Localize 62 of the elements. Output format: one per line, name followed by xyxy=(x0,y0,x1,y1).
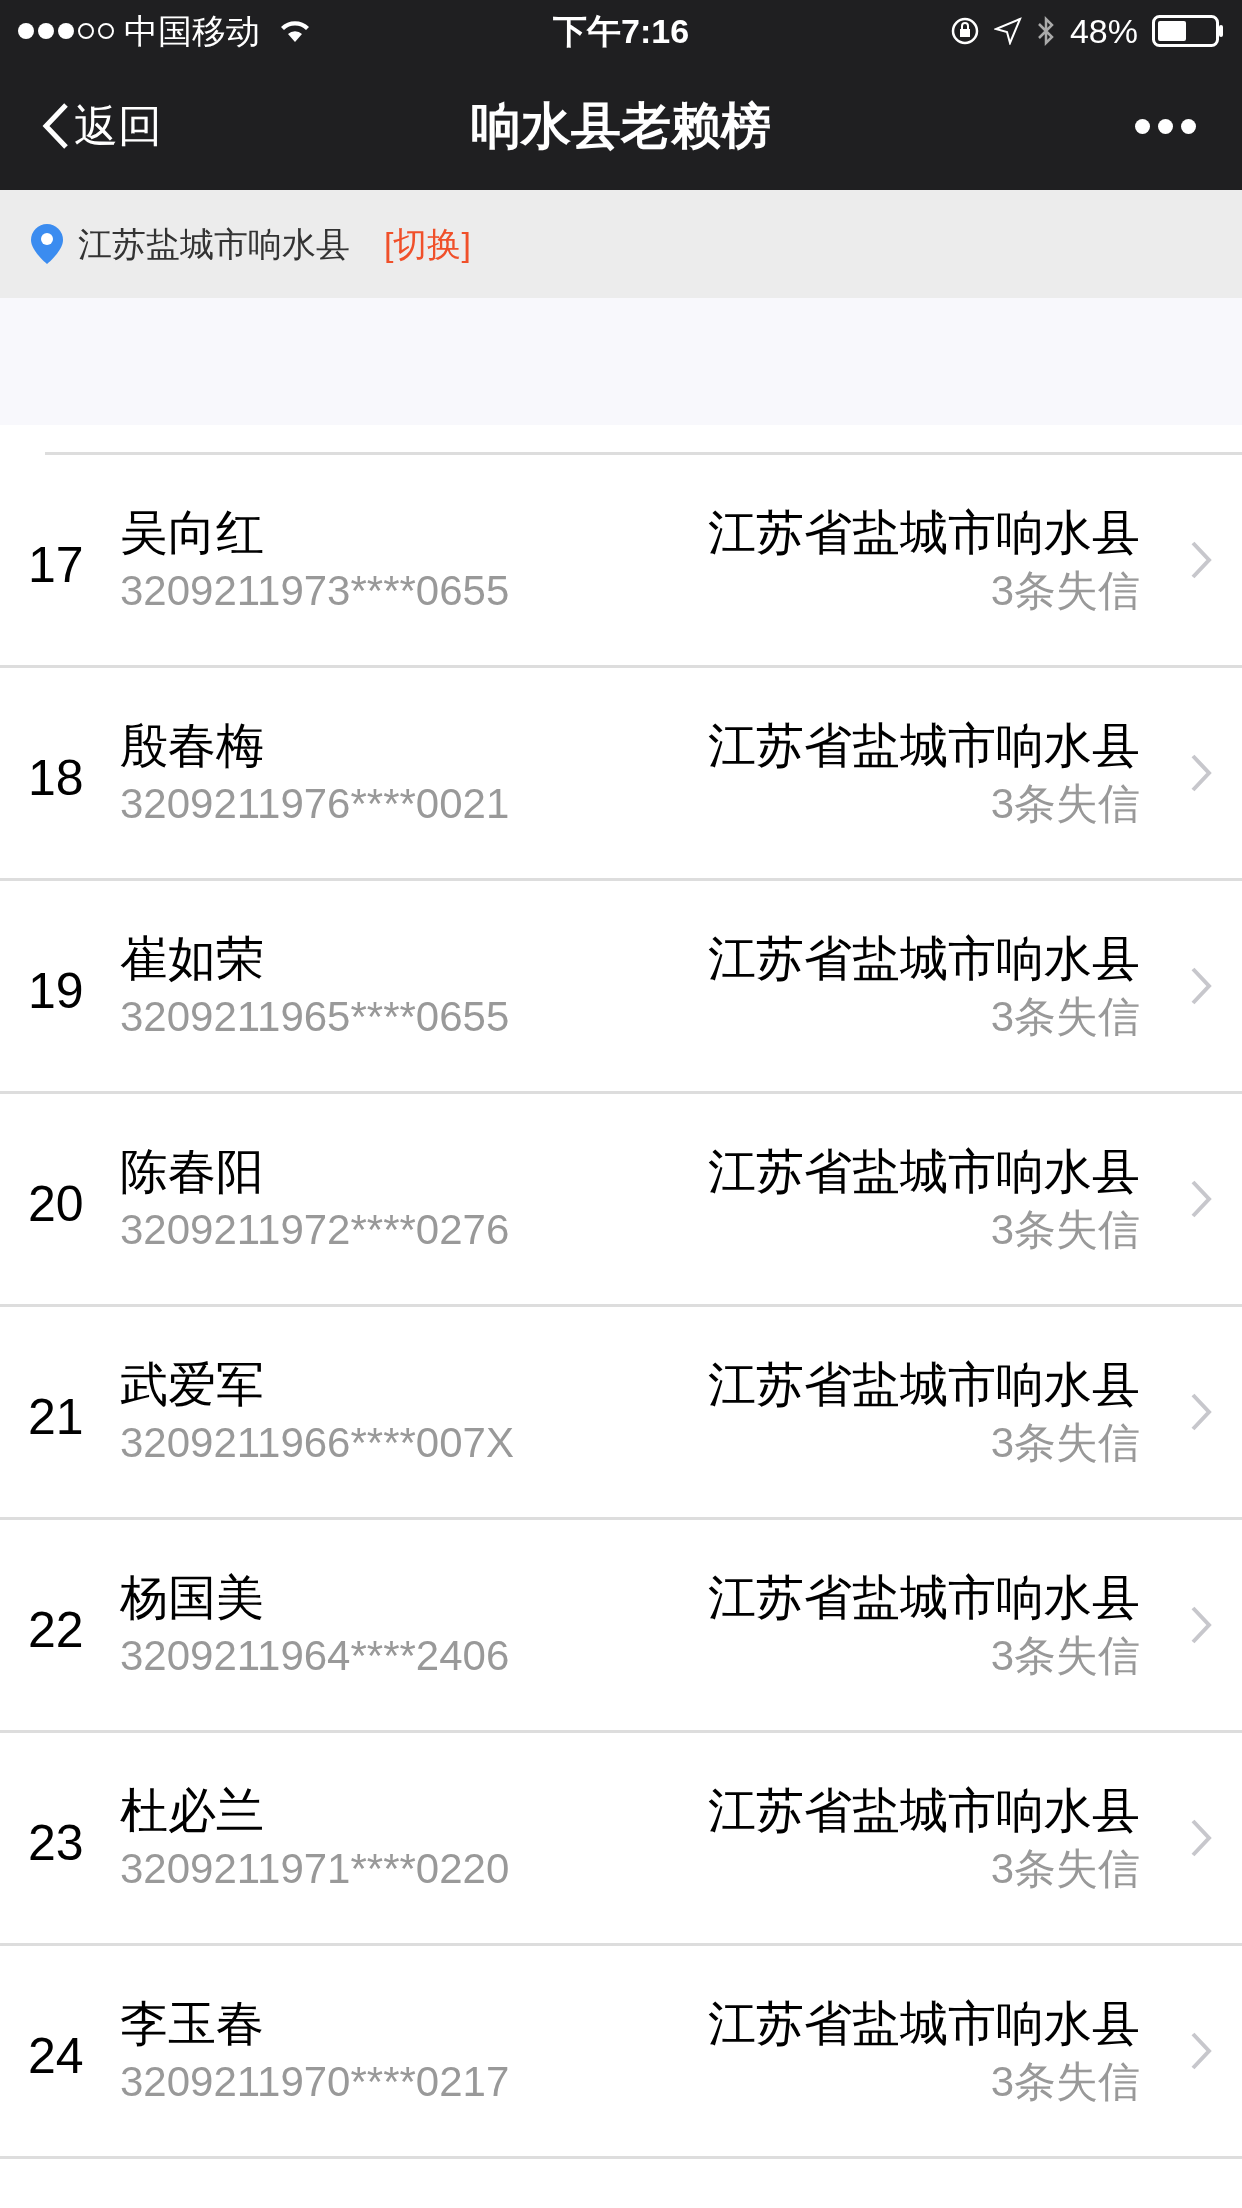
address-text: 江苏省盐城市响水县 xyxy=(708,504,1140,561)
record-count: 3条失信 xyxy=(990,565,1140,616)
signal-icon xyxy=(18,23,114,39)
more-icon[interactable] xyxy=(1135,118,1196,134)
rank-number: 22 xyxy=(28,1600,85,1660)
page-title: 响水县老赖榜 xyxy=(471,96,771,156)
address-text: 江苏省盐城市响水县 xyxy=(708,1569,1140,1626)
address-text: 江苏省盐城市响水县 xyxy=(708,1356,1140,1413)
chevron-right-icon xyxy=(1190,753,1212,793)
clock-time: 下午7:16 xyxy=(553,10,690,52)
debtor-name: 杜必兰 xyxy=(120,1782,265,1839)
chevron-right-icon xyxy=(1190,1818,1212,1858)
record-count: 3条失信 xyxy=(990,778,1140,829)
rank-number: 20 xyxy=(28,1174,85,1234)
record-count: 3条失信 xyxy=(990,2056,1140,2107)
chevron-right-icon xyxy=(1190,540,1212,580)
record-count: 3条失信 xyxy=(990,1204,1140,1255)
address-text: 江苏省盐城市响水县 xyxy=(708,717,1140,774)
rank-number: 23 xyxy=(28,1813,85,1873)
chevron-right-icon xyxy=(1190,966,1212,1006)
back-chevron-icon xyxy=(40,101,70,151)
battery-icon xyxy=(1152,15,1224,47)
chevron-right-icon xyxy=(1190,1392,1212,1432)
address-text: 江苏省盐城市响水县 xyxy=(708,930,1140,987)
back-button[interactable]: 返回 xyxy=(40,93,162,159)
debtor-name: 吴向红 xyxy=(120,504,265,561)
address-text: 江苏省盐城市响水县 xyxy=(708,1995,1140,2052)
chevron-right-icon xyxy=(1190,1179,1212,1219)
rank-number: 24 xyxy=(28,2026,85,2086)
id-number: 3209211966****007X xyxy=(120,1417,514,1468)
record-count: 3条失信 xyxy=(990,991,1140,1042)
debtor-name: 武爱军 xyxy=(120,1356,265,1413)
id-number: 3209211964****2406 xyxy=(120,1630,510,1681)
debtor-name: 殷春梅 xyxy=(120,717,265,774)
rank-number: 19 xyxy=(28,961,85,1021)
location-text: 江苏盐城市响水县 xyxy=(78,223,350,265)
id-number: 3209211971****0220 xyxy=(120,1843,510,1894)
id-number: 3209211972****0276 xyxy=(120,1204,510,1255)
record-count: 3条失信 xyxy=(990,1630,1140,1681)
chevron-right-icon xyxy=(1190,2031,1212,2071)
debtor-name: 陈春阳 xyxy=(120,1143,265,1200)
rank-number: 21 xyxy=(28,1387,85,1447)
record-count: 3条失信 xyxy=(990,1843,1140,1894)
rank-number: 17 xyxy=(28,535,85,595)
bluetooth-icon xyxy=(1035,15,1056,47)
debtor-name: 杨国美 xyxy=(120,1569,265,1626)
rank-number: 18 xyxy=(28,748,85,808)
record-count: 3条失信 xyxy=(990,1417,1140,1468)
address-text: 江苏省盐城市响水县 xyxy=(708,1143,1140,1200)
id-number: 3209211976****0021 xyxy=(120,778,510,829)
carrier-name: 中国移动 xyxy=(124,10,260,52)
id-number: 3209211973****0655 xyxy=(120,565,510,616)
battery-percent: 48% xyxy=(1069,10,1138,52)
location-arrow-icon xyxy=(993,17,1022,45)
rotation-lock-icon xyxy=(949,16,980,46)
id-number: 3209211970****0217 xyxy=(120,2056,510,2107)
debtor-name: 李玉春 xyxy=(120,1995,265,2052)
chevron-right-icon xyxy=(1190,1605,1212,1645)
address-text: 江苏省盐城市响水县 xyxy=(708,1782,1140,1839)
debtor-name: 崔如荣 xyxy=(120,930,265,987)
id-number: 3209211965****0655 xyxy=(120,991,510,1042)
location-pin-icon xyxy=(30,223,64,265)
